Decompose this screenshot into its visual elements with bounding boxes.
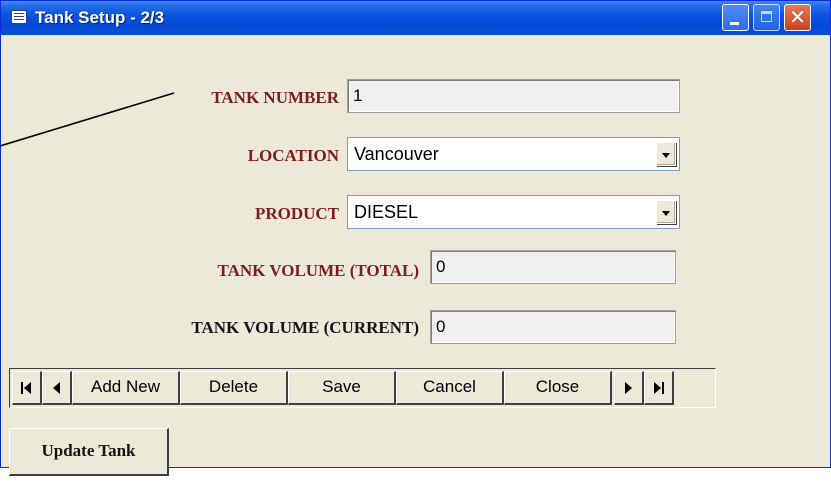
close-button[interactable]: ✕ — [784, 4, 811, 31]
next-record-icon — [615, 372, 642, 403]
window-title: Tank Setup - 2/3 — [35, 8, 165, 27]
location-value: Vancouver — [354, 144, 439, 164]
location-label: LOCATION — [247, 146, 339, 165]
location-dropdown-button[interactable] — [656, 142, 676, 166]
product-dropdown-button[interactable] — [656, 200, 676, 224]
maximize-button[interactable] — [753, 4, 780, 31]
update-tank-button[interactable]: Update Tank — [9, 428, 169, 476]
minimize-button[interactable] — [722, 4, 749, 31]
add-new-button[interactable]: Add New — [72, 371, 180, 405]
save-button[interactable]: Save — [288, 371, 396, 405]
delete-button[interactable]: Delete — [180, 371, 288, 405]
product-value: DIESEL — [354, 202, 419, 222]
product-label: PRODUCT — [254, 204, 339, 223]
form-icon[interactable] — [11, 10, 27, 24]
cancel-button[interactable]: Cancel — [396, 371, 504, 405]
last-record-icon — [645, 372, 672, 403]
last-record-button[interactable] — [644, 371, 674, 405]
tank-number-field[interactable]: 1 — [347, 79, 680, 113]
record-navigation-bar: Add New Delete Save Cancel Close — [9, 368, 716, 408]
title-bar[interactable]: Tank Setup - 2/3 ✕ — [1, 1, 830, 35]
tank-volume-total-label: TANK VOLUME (TOTAL) — [217, 261, 419, 280]
previous-record-button[interactable] — [42, 371, 72, 405]
tank-number-label: TANK NUMBER — [211, 88, 339, 107]
tank-volume-current-field[interactable]: 0 — [430, 310, 676, 344]
chevron-down-icon — [662, 211, 670, 216]
close-form-button[interactable]: Close — [504, 371, 612, 405]
first-record-icon — [13, 372, 40, 403]
product-select[interactable]: DIESEL — [347, 195, 680, 229]
close-icon: ✕ — [789, 5, 806, 29]
tank-volume-current-label: TANK VOLUME (CURRENT) — [191, 318, 419, 337]
chevron-down-icon — [662, 153, 670, 158]
previous-record-icon — [43, 372, 70, 403]
next-record-button[interactable] — [614, 371, 644, 405]
tank-setup-window: Tank Setup - 2/3 ✕ TANK NUMBER 1 LOCATIO… — [0, 0, 831, 476]
tank-volume-total-field[interactable]: 0 — [430, 250, 676, 284]
location-select[interactable]: Vancouver — [347, 137, 680, 171]
first-record-button[interactable] — [12, 371, 42, 405]
